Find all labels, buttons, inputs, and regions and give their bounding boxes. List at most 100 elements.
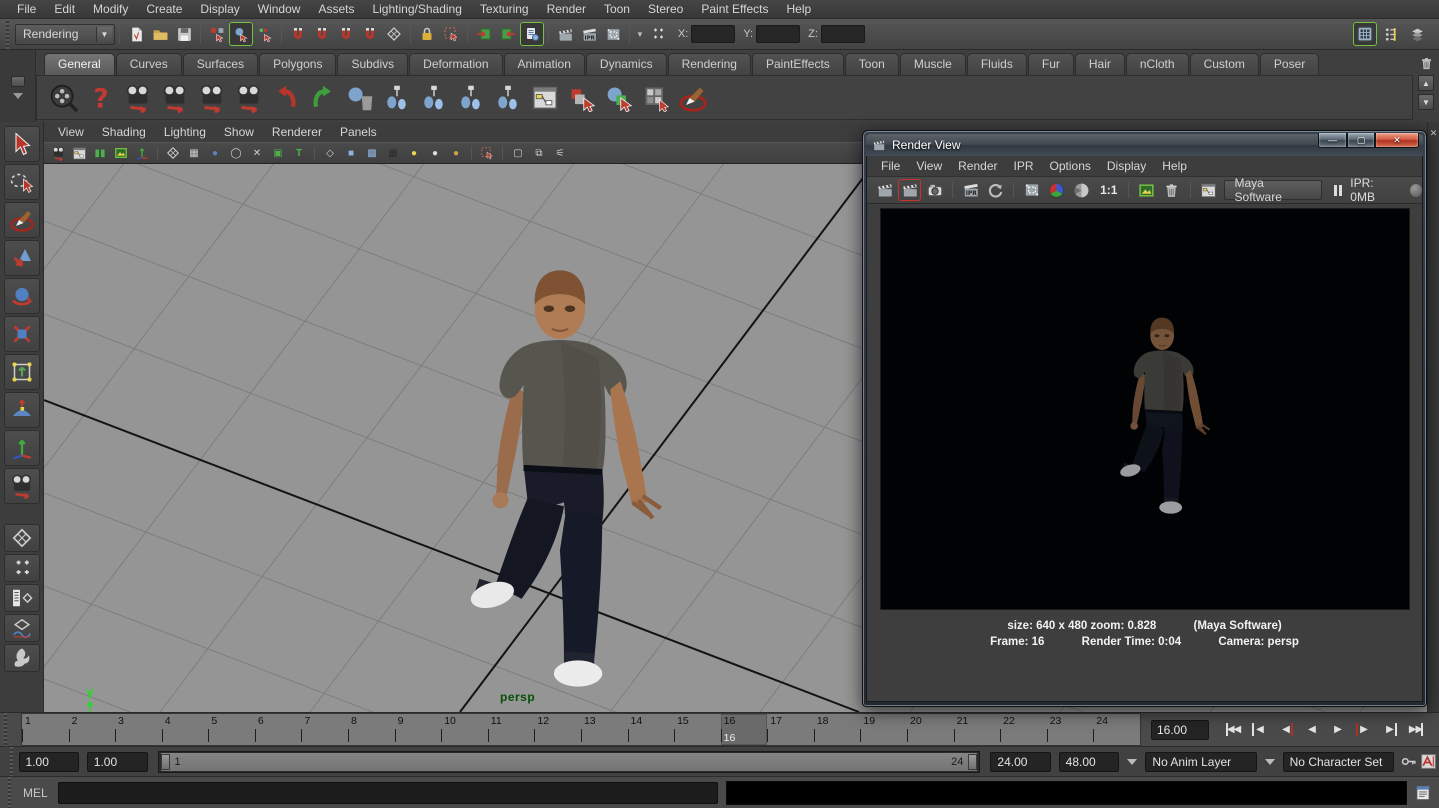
- timeline-frame-20[interactable]: 20: [907, 714, 954, 745]
- snap-to-grids-button[interactable]: [286, 22, 310, 46]
- script-editor-icon[interactable]: [1411, 781, 1435, 805]
- shelf-tab-muscle[interactable]: Muscle: [900, 53, 966, 75]
- grid-icon[interactable]: [163, 144, 183, 162]
- lock-selection-button[interactable]: [415, 22, 439, 46]
- step-back-frame-button[interactable]: ◀: [1247, 718, 1272, 741]
- timeline-frame-4[interactable]: 4: [162, 714, 209, 745]
- menu-stereo[interactable]: Stereo: [639, 0, 692, 18]
- timeline-strip[interactable]: 1234567891011121314151616171819202122232…: [21, 713, 1141, 746]
- snapshot-icon[interactable]: [923, 179, 946, 201]
- redo-previous-render-icon[interactable]: [898, 179, 921, 201]
- timeline-frame-10[interactable]: 10: [441, 714, 488, 745]
- timeline-drag-handle[interactable]: [2, 713, 9, 746]
- render-view-titlebar[interactable]: Render View — ▢ ✕: [866, 134, 1423, 156]
- pause-ipr-icon[interactable]: [1334, 185, 1342, 196]
- alpha-channel-icon[interactable]: [1070, 179, 1093, 201]
- snap-to-curves-button[interactable]: [310, 22, 334, 46]
- show-manipulator-icon[interactable]: [4, 430, 40, 466]
- shelf-tab-custom[interactable]: Custom: [1190, 53, 1259, 75]
- shelf-menu-button[interactable]: [11, 76, 25, 87]
- menu-lighting-shading[interactable]: Lighting/Shading: [363, 0, 470, 18]
- open-scene-button[interactable]: [148, 22, 172, 46]
- paint-select-tool-icon[interactable]: [4, 202, 40, 238]
- menu-create[interactable]: Create: [137, 0, 191, 18]
- render-view-window[interactable]: Render View — ▢ ✕ FileViewRenderIPROptio…: [862, 130, 1427, 707]
- new-scene-button[interactable]: [124, 22, 148, 46]
- select-lattice-icon[interactable]: [639, 81, 673, 115]
- timeline-frame-9[interactable]: 9: [395, 714, 442, 745]
- output-connections-button[interactable]: [496, 22, 520, 46]
- two-d-pan-zoom-icon[interactable]: [132, 144, 152, 162]
- real-size-label[interactable]: 1:1: [1095, 183, 1122, 197]
- camera-roll-icon[interactable]: [232, 81, 266, 115]
- play-forwards-button[interactable]: ▶: [1325, 718, 1350, 741]
- select-by-component-button[interactable]: [253, 22, 277, 46]
- range-bar[interactable]: 1 24: [161, 753, 978, 771]
- symmetry-button[interactable]: [646, 22, 670, 46]
- select-tool-icon[interactable]: [4, 126, 40, 162]
- menu-help[interactable]: Help: [778, 0, 821, 18]
- menu-render[interactable]: Render: [538, 0, 595, 18]
- share-view-icon[interactable]: ⚟: [550, 144, 570, 162]
- shelf-tab-fluids[interactable]: Fluids: [967, 53, 1027, 75]
- select-object-type-icon[interactable]: [565, 81, 599, 115]
- toolbar-drag-handle[interactable]: [4, 19, 11, 49]
- range-track[interactable]: 1 24: [158, 751, 981, 773]
- rgb-channels-icon[interactable]: [1045, 179, 1068, 201]
- remove-image-icon[interactable]: [1160, 179, 1183, 201]
- timeline-frame-5[interactable]: 5: [208, 714, 255, 745]
- layout-single-pane-icon[interactable]: [4, 524, 40, 552]
- timeline-frame-22[interactable]: 22: [1000, 714, 1047, 745]
- camera-attributes-icon[interactable]: [69, 144, 89, 162]
- snap-to-view-planes-button[interactable]: [358, 22, 382, 46]
- shelf-scroll-down-icon[interactable]: ▼: [1418, 94, 1434, 110]
- shelf-tab-poser[interactable]: Poser: [1260, 53, 1319, 75]
- go-to-end-button[interactable]: ▶▶: [1403, 718, 1428, 741]
- wireframe-icon[interactable]: ◇: [320, 144, 340, 162]
- set-key-icon[interactable]: [1398, 751, 1419, 773]
- close-button[interactable]: ✕: [1375, 133, 1419, 148]
- select-by-object-button[interactable]: [229, 22, 253, 46]
- maximize-button[interactable]: ▢: [1347, 133, 1375, 148]
- delete-shelf-trash-icon[interactable]: [1417, 54, 1435, 72]
- universal-manipulator-icon[interactable]: [4, 354, 40, 390]
- xray-icon[interactable]: ▢: [508, 144, 528, 162]
- highlight-selection-button[interactable]: [439, 22, 463, 46]
- channel-box-button[interactable]: [1405, 22, 1429, 46]
- command-drag-handle[interactable]: [6, 777, 13, 808]
- shelf-tab-general[interactable]: General: [44, 53, 115, 75]
- gate-mask-icon[interactable]: ◯: [226, 144, 246, 162]
- render-view-menu-options[interactable]: Options: [1042, 157, 1099, 175]
- shelf-scroll-up-icon[interactable]: ▲: [1418, 75, 1434, 91]
- render-view-menu-ipr[interactable]: IPR: [1006, 157, 1042, 175]
- character-set-selector[interactable]: No Character Set: [1283, 752, 1394, 772]
- menu-paint-effects[interactable]: Paint Effects: [692, 0, 777, 18]
- playblast-icon[interactable]: [47, 81, 81, 115]
- refresh-render-icon[interactable]: [984, 179, 1007, 201]
- make-live-button[interactable]: [382, 22, 406, 46]
- smooth-shade-icon[interactable]: ■: [341, 144, 361, 162]
- x-coordinate-field[interactable]: [691, 25, 735, 43]
- field-chart-icon[interactable]: ✕: [247, 144, 267, 162]
- timeline-frame-12[interactable]: 12: [534, 714, 581, 745]
- rendered-image[interactable]: [880, 208, 1410, 610]
- textured-light-icon[interactable]: ●: [446, 144, 466, 162]
- render-current-frame-button[interactable]: [553, 22, 577, 46]
- delete-object-icon[interactable]: [343, 81, 377, 115]
- command-results-field[interactable]: [726, 781, 1407, 805]
- textured-icon[interactable]: ▩: [362, 144, 382, 162]
- menu-display[interactable]: Display: [191, 0, 248, 18]
- playback-start-field[interactable]: 1.00: [87, 752, 148, 772]
- animation-start-field[interactable]: 1.00: [19, 752, 80, 772]
- animation-end-field[interactable]: 48.00: [1059, 752, 1120, 772]
- render-view-menu-view[interactable]: View: [908, 157, 950, 175]
- shelf-collapse-icon[interactable]: [13, 93, 23, 99]
- timeline-frame-1[interactable]: 1: [22, 714, 69, 745]
- scale-tool-icon[interactable]: [4, 316, 40, 352]
- menu-window[interactable]: Window: [249, 0, 310, 18]
- timeline-frame-2[interactable]: 2: [69, 714, 116, 745]
- shelf-tab-animation[interactable]: Animation: [504, 53, 585, 75]
- timeline-frame-14[interactable]: 14: [628, 714, 675, 745]
- panel-menu-view[interactable]: View: [58, 123, 94, 141]
- undo-icon[interactable]: [269, 81, 303, 115]
